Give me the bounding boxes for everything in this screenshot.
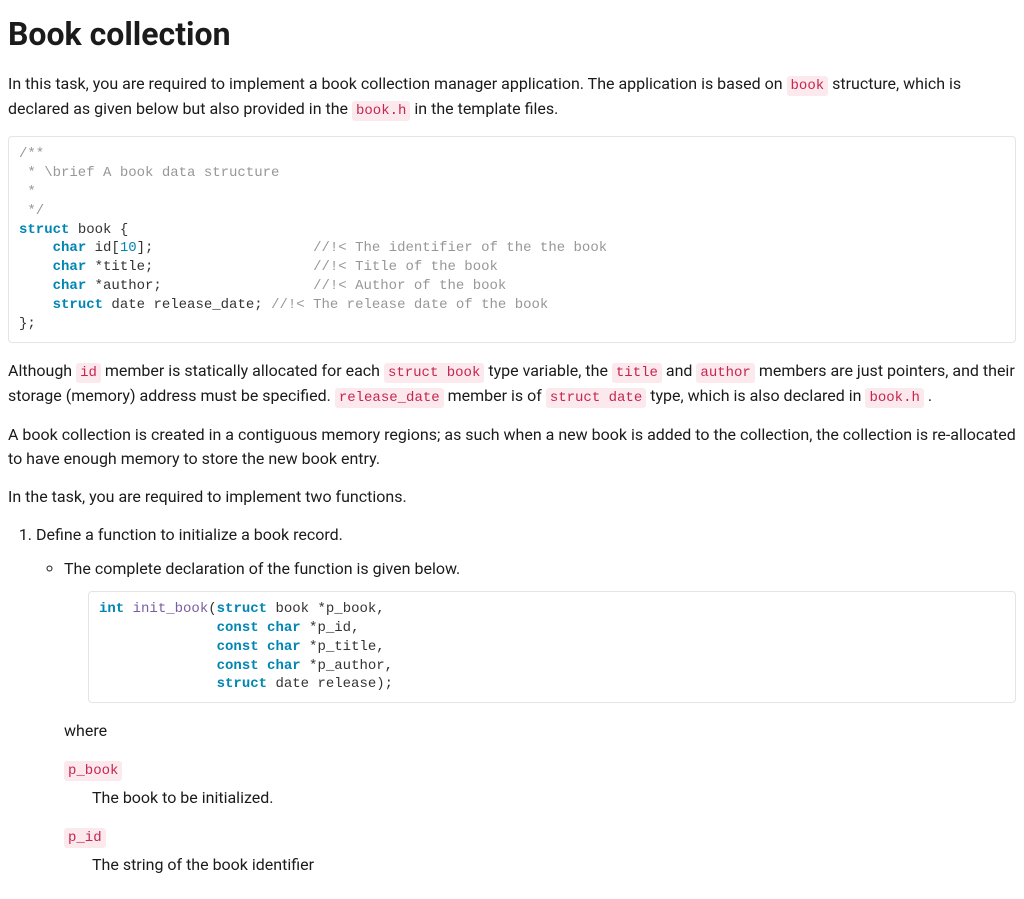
- inline-code-book-h: book.h: [352, 101, 410, 121]
- parameter-list: p_book The book to be initialized. p_id …: [64, 757, 1016, 877]
- intro-paragraph: In this task, you are required to implem…: [8, 72, 1016, 122]
- keyword: const: [217, 639, 259, 655]
- text: date release_date;: [103, 297, 271, 313]
- task-1-sub-item: The complete declaration of the function…: [64, 557, 1016, 877]
- text: *title;: [86, 259, 313, 275]
- comment: //!< The release date of the book: [271, 297, 548, 313]
- param-p-id-desc: The string of the book identifier: [92, 853, 1016, 877]
- text: Although: [8, 361, 76, 380]
- param-p-id-term: p_id: [64, 824, 1016, 849]
- inline-code-id: id: [76, 363, 101, 383]
- text: *author;: [86, 278, 313, 294]
- keyword: struct: [19, 222, 69, 238]
- comment: *: [19, 184, 36, 200]
- text: [99, 639, 217, 655]
- comment: */: [19, 203, 44, 219]
- text: book {: [69, 222, 128, 238]
- inline-code-p-book: p_book: [64, 761, 122, 781]
- inline-code-p-id: p_id: [64, 828, 106, 848]
- inline-code-book: book: [787, 76, 829, 96]
- text: [99, 620, 217, 636]
- code-block-struct-book: /** * \brief A book data structure * */ …: [8, 136, 1016, 343]
- text: date release);: [267, 676, 393, 692]
- type: char: [53, 278, 87, 294]
- task-1-sub-text: The complete declaration of the function…: [64, 559, 460, 578]
- document-page: Book collection In this task, you are re…: [0, 10, 1024, 899]
- text: member is of: [444, 386, 546, 405]
- comment: * \brief A book data structure: [19, 165, 279, 181]
- text: In this task, you are required to implem…: [8, 74, 787, 93]
- type: char: [53, 259, 87, 275]
- inline-code-book-h-2: book.h: [865, 388, 923, 408]
- type: char: [267, 639, 301, 655]
- text: in the template files.: [410, 99, 558, 118]
- text: and: [662, 361, 697, 380]
- task-list: Define a function to initialize a book r…: [8, 523, 1016, 877]
- number: 10: [120, 240, 137, 256]
- text: type, which is also declared in: [646, 386, 865, 405]
- paragraph-collection: A book collection is created in a contig…: [8, 423, 1016, 471]
- task-1-content: int init_book(struct book *p_book, const…: [88, 591, 1016, 703]
- inline-code-author: author: [696, 363, 754, 383]
- text: *p_id,: [301, 620, 360, 636]
- where-label: where: [64, 719, 1016, 743]
- text: type variable, the: [484, 361, 612, 380]
- text: [19, 278, 53, 294]
- text: id[: [86, 240, 120, 256]
- text: .: [924, 386, 932, 405]
- task-list-item-1: Define a function to initialize a book r…: [36, 523, 1016, 877]
- comment: //!< Author of the book: [313, 278, 506, 294]
- type: char: [267, 658, 301, 674]
- comment: //!< Title of the book: [313, 259, 498, 275]
- inline-code-title: title: [612, 363, 662, 383]
- function-name: init_book: [133, 601, 209, 617]
- text: *p_title,: [301, 639, 385, 655]
- param-p-book-desc: The book to be initialized.: [92, 786, 1016, 810]
- text: *p_author,: [301, 658, 393, 674]
- text: [124, 601, 132, 617]
- text: [99, 676, 217, 692]
- text: };: [19, 316, 36, 332]
- type: char: [267, 620, 301, 636]
- inline-code-struct-date: struct date: [546, 388, 646, 408]
- keyword: struct: [217, 601, 267, 617]
- text: (: [208, 601, 216, 617]
- text: [259, 620, 267, 636]
- page-title: Book collection: [8, 10, 1016, 58]
- inline-code-release-date: release_date: [335, 388, 444, 408]
- param-p-book-term: p_book: [64, 757, 1016, 782]
- comment: /**: [19, 146, 44, 162]
- inline-code-struct-book: struct book: [384, 363, 484, 383]
- code-block-init-book: int init_book(struct book *p_book, const…: [88, 591, 1016, 703]
- text: [259, 639, 267, 655]
- keyword: const: [217, 658, 259, 674]
- text: [19, 240, 53, 256]
- text: book *p_book,: [267, 601, 385, 617]
- keyword: const: [217, 620, 259, 636]
- task-1-text: Define a function to initialize a book r…: [36, 525, 343, 544]
- text: [19, 259, 53, 275]
- keyword: struct: [217, 676, 267, 692]
- keyword: struct: [53, 297, 103, 313]
- text: [259, 658, 267, 674]
- comment: //!< The identifier of the the book: [313, 240, 607, 256]
- paragraph-two-functions: In the task, you are required to impleme…: [8, 485, 1016, 509]
- paragraph-members: Although id member is statically allocat…: [8, 359, 1016, 409]
- text: ];: [137, 240, 313, 256]
- task-1-sublist: The complete declaration of the function…: [36, 557, 1016, 877]
- text: [99, 658, 217, 674]
- type: char: [53, 240, 87, 256]
- text: member is statically allocated for each: [101, 361, 384, 380]
- type: int: [99, 601, 124, 617]
- text: [19, 297, 53, 313]
